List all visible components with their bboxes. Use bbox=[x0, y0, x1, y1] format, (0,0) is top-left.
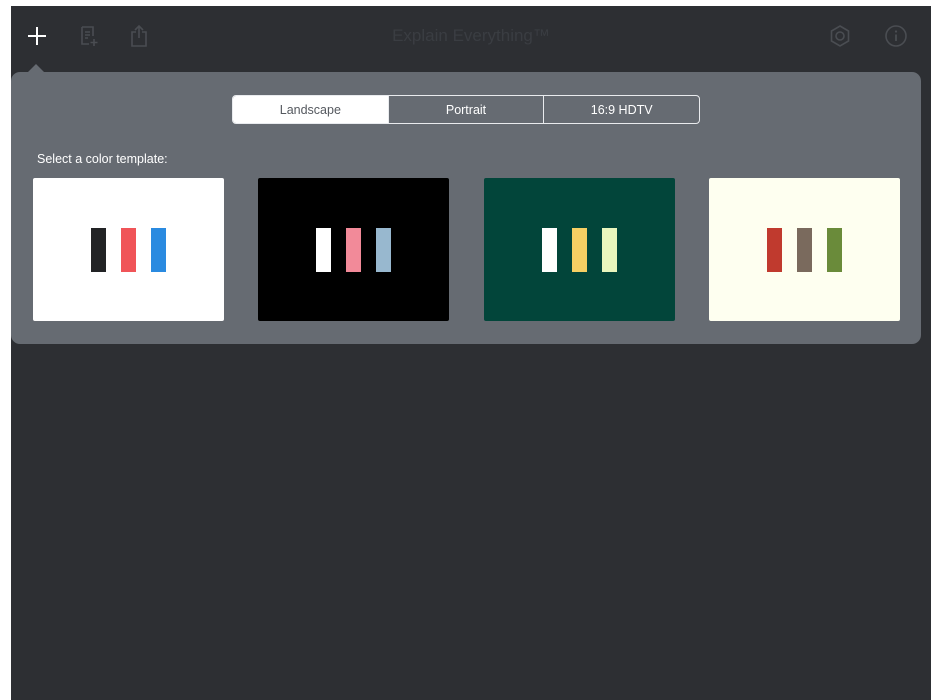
color-bar bbox=[542, 228, 557, 272]
color-bar bbox=[121, 228, 136, 272]
app-title: Explain Everything™ bbox=[392, 26, 550, 45]
color-bar bbox=[797, 228, 812, 272]
template-green[interactable] bbox=[484, 178, 675, 321]
template-swatch bbox=[767, 228, 842, 272]
toolbar: Explain Everything™ bbox=[11, 6, 931, 70]
app-window: Explain Everything™ Landscape Portrait 1… bbox=[11, 6, 931, 700]
color-bar bbox=[376, 228, 391, 272]
color-bar bbox=[346, 228, 361, 272]
template-swatch bbox=[316, 228, 391, 272]
template-cream[interactable] bbox=[709, 178, 900, 321]
color-bar bbox=[91, 228, 106, 272]
orientation-segmented-control: Landscape Portrait 16:9 HDTV bbox=[232, 95, 700, 124]
color-bar bbox=[572, 228, 587, 272]
new-project-popover: Landscape Portrait 16:9 HDTV Select a co… bbox=[11, 72, 921, 344]
segment-portrait[interactable]: Portrait bbox=[387, 96, 544, 123]
segment-hdtv[interactable]: 16:9 HDTV bbox=[543, 96, 699, 123]
color-bar bbox=[602, 228, 617, 272]
color-template-label: Select a color template: bbox=[37, 152, 168, 166]
template-white[interactable] bbox=[33, 178, 224, 321]
color-bar bbox=[827, 228, 842, 272]
template-swatch bbox=[91, 228, 166, 272]
template-swatch bbox=[542, 228, 617, 272]
color-bar bbox=[767, 228, 782, 272]
template-black[interactable] bbox=[258, 178, 449, 321]
gear-icon[interactable] bbox=[828, 24, 852, 48]
info-icon[interactable] bbox=[884, 24, 908, 48]
color-bar bbox=[316, 228, 331, 272]
segment-landscape[interactable]: Landscape bbox=[233, 96, 388, 123]
color-bar bbox=[151, 228, 166, 272]
